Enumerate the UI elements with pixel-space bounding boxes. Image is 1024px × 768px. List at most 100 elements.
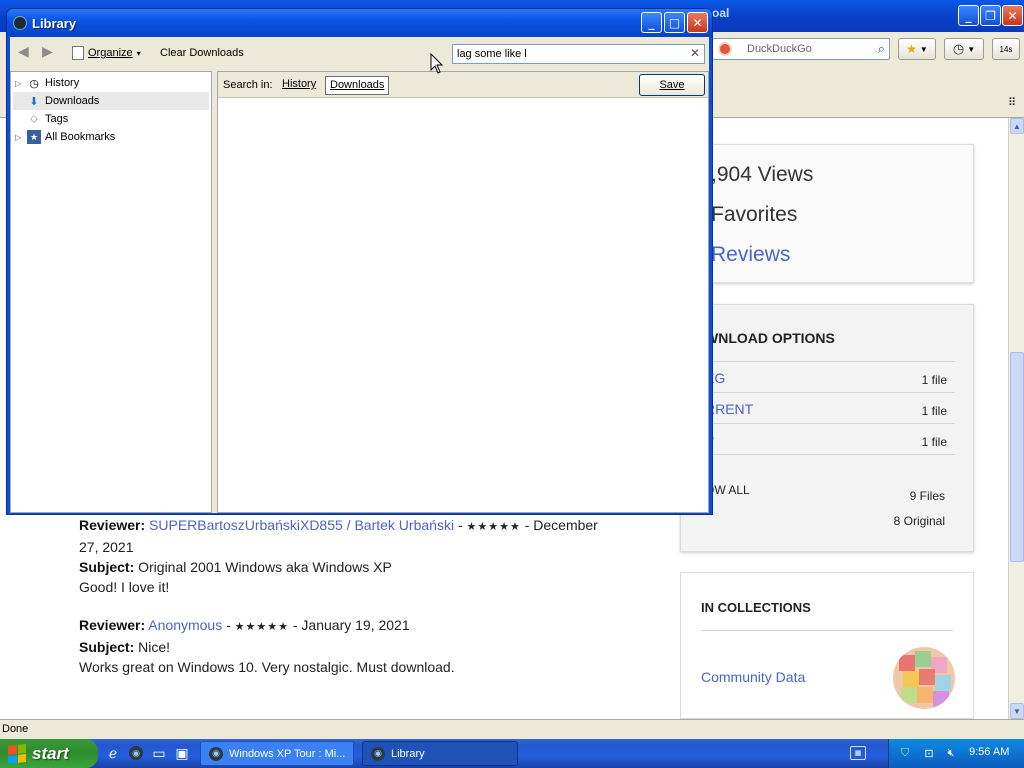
library-search-input[interactable]: lag some like l ✕ (452, 44, 705, 64)
files-count: 9 Files (909, 489, 945, 503)
stats-card: ,904 Views Favorites Reviews (680, 144, 974, 283)
bookmarks-button[interactable]: ★ ▼ (898, 38, 936, 60)
media-player-icon[interactable]: ▣ (173, 744, 191, 762)
original-count: 8 Original (893, 514, 945, 528)
clock: 9:56 AM (969, 746, 1010, 758)
search-engine-box[interactable]: DuckDuckGo ⌕ (712, 38, 890, 60)
taskbar-item-label: Windows XP Tour : Mi... (229, 747, 346, 760)
tree-item-label: Downloads (45, 95, 100, 107)
organize-menu[interactable]: Organize ▾ (72, 46, 141, 60)
internet-explorer-icon[interactable]: ℯ (104, 744, 122, 762)
start-label: start (32, 743, 69, 763)
browser-close-button[interactable]: ✕ (1002, 5, 1023, 26)
download-options-card: WNLOAD OPTIONS EG 1 file RRENT 1 file P … (680, 304, 974, 552)
library-titlebar[interactable]: Library _ □ ✕ (7, 9, 712, 37)
maximize-button[interactable]: □ (664, 12, 685, 33)
expand-icon[interactable]: ▷ (15, 79, 23, 88)
security-icon[interactable]: ⛉ (897, 745, 913, 761)
download-file-count: 1 file (921, 404, 947, 418)
tree-item-downloads[interactable]: ⬇ Downloads (13, 92, 209, 110)
browser-restore-button[interactable]: ❐ (980, 5, 1001, 26)
scope-history-button[interactable]: History (278, 76, 320, 95)
expand-icon[interactable]: ▷ (15, 133, 23, 142)
show-desktop-icon[interactable]: ▭ (150, 744, 168, 762)
download-arrow-icon: ⬇ (29, 95, 39, 108)
favorites-count: Favorites (711, 203, 798, 226)
search-scope-bar: Search in: History Downloads Save (218, 72, 708, 98)
reviewer-link[interactable]: Anonymous (148, 617, 222, 633)
library-body: ◀ ▶ Organize ▾ Clear Downloads lag some … (10, 37, 709, 513)
firefox-icon: ◉ (209, 746, 223, 761)
page-scrollbar[interactable]: ▲ ▼ (1008, 118, 1024, 719)
bookmark-star-icon: ★ (906, 42, 917, 56)
browser-title: oal (712, 6, 730, 20)
tree-item-tags[interactable]: ⬦ Tags (13, 110, 209, 128)
forward-arrow-icon[interactable]: ▶ (42, 43, 53, 60)
subject-label: Subject: (79, 639, 135, 655)
save-search-button[interactable]: Save (639, 74, 705, 96)
clock-icon: ◷ (952, 41, 965, 56)
tag-icon: ⬦ (30, 112, 38, 125)
duckduckgo-icon (718, 42, 732, 56)
review-body: Works great on Windows 10. Very nostalgi… (79, 659, 455, 675)
firefox-icon[interactable]: ◉ (127, 744, 145, 762)
library-tree: ▷ ◷ History ⬇ Downloads ⬦ Tags ▷ ★ All B… (10, 71, 212, 513)
chevron-down-icon: ▼ (919, 44, 928, 54)
library-search-value: lag some like l (457, 48, 527, 60)
reviewer-link[interactable]: SUPERBartoszUrbańskiXD855 / Bartek Urbań… (149, 517, 454, 533)
organize-icon (72, 46, 84, 60)
clear-downloads-button[interactable]: Clear Downloads (160, 47, 244, 59)
taskbar: start ℯ ◉ ▭ ▣ ◉ Windows XP Tour : Mi... … (0, 739, 1024, 768)
volume-muted-icon[interactable]: 🔇︎ (943, 745, 959, 761)
library-toolbar: ◀ ▶ Organize ▾ Clear Downloads lag some … (10, 37, 709, 71)
browser-minimize-button[interactable]: _ (958, 5, 979, 26)
search-icon[interactable]: ⌕ (878, 41, 885, 57)
firefox-icon: ◉ (371, 746, 385, 761)
search-in-label: Search in: (223, 79, 273, 91)
minimize-button[interactable]: _ (641, 12, 662, 33)
start-button[interactable]: start (0, 739, 98, 768)
collections-heading: IN COLLECTIONS (701, 600, 811, 615)
review-date: - January 19, 2021 (288, 617, 410, 633)
download-row: P 1 file (705, 423, 955, 455)
chevron-down-icon: ▼ (967, 44, 976, 54)
download-row: EG 1 file (705, 361, 955, 392)
collection-link[interactable]: Community Data (701, 669, 805, 685)
tree-item-label: Tags (45, 113, 69, 125)
tree-item-history[interactable]: ▷ ◷ History (13, 74, 209, 92)
status-bar: Done (0, 719, 1024, 739)
review-date-cont: 27, 2021 (79, 539, 134, 555)
taskbar-item-library[interactable]: ◉ Library (362, 741, 518, 766)
back-arrow-icon[interactable]: ◀ (18, 43, 29, 60)
review-item: Reviewer: SUPERBartoszUrbańskiXD855 / Ba… (79, 517, 598, 595)
rating-stars: ★★★★★ (234, 620, 289, 633)
scope-downloads-button[interactable]: Downloads (325, 76, 390, 95)
tree-item-all-bookmarks[interactable]: ▷ ★ All Bookmarks (13, 128, 209, 146)
network-icon[interactable]: ⊡ (921, 745, 937, 761)
taskbar-item-label: Library (391, 747, 425, 760)
review-subject: Nice! (134, 639, 171, 655)
extension-badge[interactable]: 14s (992, 38, 1020, 60)
history-button[interactable]: ◷ ▼ (944, 38, 984, 60)
system-tray: ⛉ ⊡ 🔇︎ 9:56 AM (888, 739, 1024, 768)
review-subject: Original 2001 Windows aka Windows XP (134, 559, 392, 575)
scroll-down-arrow[interactable]: ▼ (1010, 703, 1024, 719)
library-title: Library (32, 16, 77, 31)
save-label: Save (659, 79, 685, 91)
clear-search-icon[interactable]: ✕ (690, 46, 700, 60)
divider (701, 630, 953, 631)
download-options-heading: WNLOAD OPTIONS (705, 330, 835, 346)
close-button[interactable]: ✕ (687, 12, 708, 33)
keyboard-icon[interactable]: ▦ (850, 746, 866, 760)
grid-icon[interactable]: ⠿ (1008, 96, 1016, 109)
reviews-link[interactable]: Reviews (711, 243, 790, 267)
taskbar-item-browser[interactable]: ◉ Windows XP Tour : Mi... (200, 741, 354, 766)
scroll-up-arrow[interactable]: ▲ (1010, 118, 1024, 134)
clock-icon: ◷ (29, 77, 39, 90)
bookmarks-star-icon: ★ (27, 130, 41, 144)
review-body: Good! I love it! (79, 579, 170, 595)
scrollbar-thumb[interactable] (1010, 352, 1024, 562)
collection-thumbnail[interactable] (893, 647, 955, 709)
review-item: Reviewer: Anonymous - ★★★★★ - January 19… (79, 617, 455, 675)
reviewer-label: Reviewer: (79, 517, 146, 533)
